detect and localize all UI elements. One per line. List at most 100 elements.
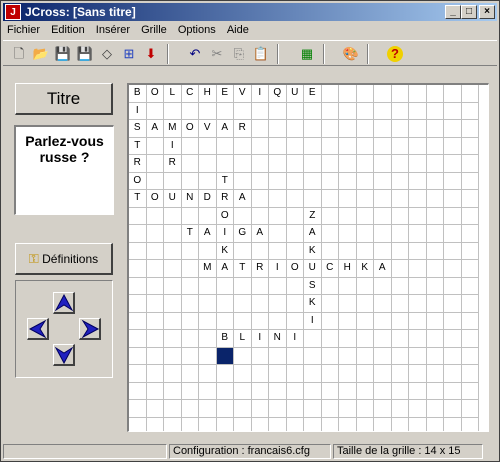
grid-cell[interactable]	[321, 400, 339, 418]
grid-cell[interactable]	[304, 347, 322, 365]
grid-cell[interactable]	[409, 207, 427, 225]
grid-cell[interactable]	[181, 260, 199, 278]
paste-icon[interactable]: 📋	[251, 44, 271, 64]
grid-icon[interactable]: ⊞	[119, 44, 139, 64]
grid-cell[interactable]: A	[304, 225, 322, 243]
grid-cell[interactable]	[444, 312, 462, 330]
grid-cell[interactable]	[216, 382, 234, 400]
grid-cell[interactable]	[339, 225, 357, 243]
grid-cell[interactable]	[426, 295, 444, 313]
grid-cell[interactable]	[426, 190, 444, 208]
grid-cell[interactable]: E	[304, 85, 322, 103]
grid-cell[interactable]	[164, 312, 182, 330]
grid-cell[interactable]	[461, 120, 479, 138]
grid-cell[interactable]: A	[251, 225, 269, 243]
grid-cell[interactable]	[129, 417, 147, 431]
grid-cell[interactable]: O	[181, 120, 199, 138]
grid-cell[interactable]	[444, 347, 462, 365]
grid-cell[interactable]	[181, 172, 199, 190]
undo-icon[interactable]: ↶	[185, 44, 205, 64]
grid-cell[interactable]	[269, 172, 287, 190]
grid-cell[interactable]	[356, 242, 374, 260]
grid-cell[interactable]: R	[251, 260, 269, 278]
grid-cell[interactable]	[321, 102, 339, 120]
grid-cell[interactable]	[181, 207, 199, 225]
grid-cell[interactable]	[427, 417, 444, 431]
grid-cell[interactable]: R	[129, 155, 147, 173]
grid-cell[interactable]	[374, 295, 392, 313]
grid-cell[interactable]	[391, 85, 409, 103]
grid-cell[interactable]	[199, 207, 217, 225]
grid-cell[interactable]	[286, 295, 304, 313]
grid-cell[interactable]	[251, 277, 269, 295]
grid-cell[interactable]: V	[234, 85, 252, 103]
grid-cell[interactable]	[286, 155, 304, 173]
grid-cell[interactable]: B	[129, 85, 147, 103]
grid-cell[interactable]	[444, 120, 462, 138]
grid-cell[interactable]	[444, 190, 462, 208]
grid-cell[interactable]: E	[216, 85, 234, 103]
grid-cell[interactable]: T	[129, 190, 147, 208]
grid-cell[interactable]	[181, 102, 199, 120]
grid-cell[interactable]	[164, 382, 182, 400]
new-icon[interactable]: 🗋	[9, 44, 29, 64]
grid-cell[interactable]	[181, 312, 199, 330]
grid-cell[interactable]	[146, 312, 164, 330]
grid-cell[interactable]	[304, 172, 322, 190]
grid-cell[interactable]	[216, 102, 234, 120]
grid-cell[interactable]	[461, 347, 479, 365]
grid-cell[interactable]	[199, 330, 217, 348]
grid-cell[interactable]	[286, 172, 304, 190]
grid-cell[interactable]	[164, 330, 182, 348]
grid-cell[interactable]	[216, 312, 234, 330]
grid-cell[interactable]	[321, 137, 339, 155]
grid-cell[interactable]	[339, 190, 357, 208]
grid-cell[interactable]	[216, 365, 234, 383]
grid-cell[interactable]	[426, 85, 444, 103]
grid-cell[interactable]	[409, 260, 427, 278]
grid-cell[interactable]	[286, 207, 304, 225]
grid-cell[interactable]	[304, 190, 322, 208]
grid-cell[interactable]	[146, 260, 164, 278]
grid-cell[interactable]	[199, 400, 217, 418]
grid-cell[interactable]	[374, 225, 392, 243]
grid-cell[interactable]	[391, 102, 409, 120]
grid-cell[interactable]	[339, 155, 357, 173]
grid-cell[interactable]	[321, 225, 339, 243]
grid-cell[interactable]: I	[129, 102, 147, 120]
grid-cell[interactable]: A	[146, 120, 164, 138]
crossword-grid[interactable]: BOLCHEVIQUEISAMOVARTIRROTTOUNDRAOZTAIGAA…	[129, 85, 479, 431]
grid-cell[interactable]: Q	[269, 85, 287, 103]
grid-cell[interactable]	[374, 190, 392, 208]
grid-cell[interactable]	[129, 382, 147, 400]
grid-cell[interactable]	[182, 417, 199, 431]
grid-cell[interactable]	[164, 365, 182, 383]
grid-cell[interactable]	[216, 137, 234, 155]
grid-cell[interactable]	[356, 365, 374, 383]
grid-cell[interactable]	[287, 417, 304, 431]
grid-cell[interactable]: O	[216, 207, 234, 225]
title-button[interactable]: Titre	[15, 83, 113, 115]
grid-cell[interactable]	[339, 137, 357, 155]
grid-cell[interactable]	[146, 330, 164, 348]
grid-cell[interactable]	[164, 225, 182, 243]
grid-cell[interactable]	[147, 417, 164, 431]
grid-cell[interactable]: S	[304, 277, 322, 295]
grid-cell[interactable]	[304, 330, 322, 348]
grid-cell[interactable]	[304, 155, 322, 173]
grid-cell[interactable]: T	[181, 225, 199, 243]
grid-cell[interactable]	[356, 137, 374, 155]
grid-cell[interactable]: U	[286, 85, 304, 103]
grid-cell[interactable]: L	[234, 330, 252, 348]
grid-cell[interactable]	[199, 242, 217, 260]
grid-cell[interactable]	[164, 102, 182, 120]
grid-cell[interactable]	[461, 155, 479, 173]
grid-cell[interactable]	[461, 242, 479, 260]
grid-cell[interactable]: I	[164, 137, 182, 155]
grid-cell[interactable]	[461, 137, 479, 155]
grid-cell[interactable]	[269, 225, 287, 243]
menu-edition[interactable]: Edition	[47, 22, 89, 36]
grid-cell[interactable]	[444, 330, 462, 348]
grid-cell[interactable]	[269, 120, 287, 138]
grid-cell[interactable]	[374, 85, 392, 103]
